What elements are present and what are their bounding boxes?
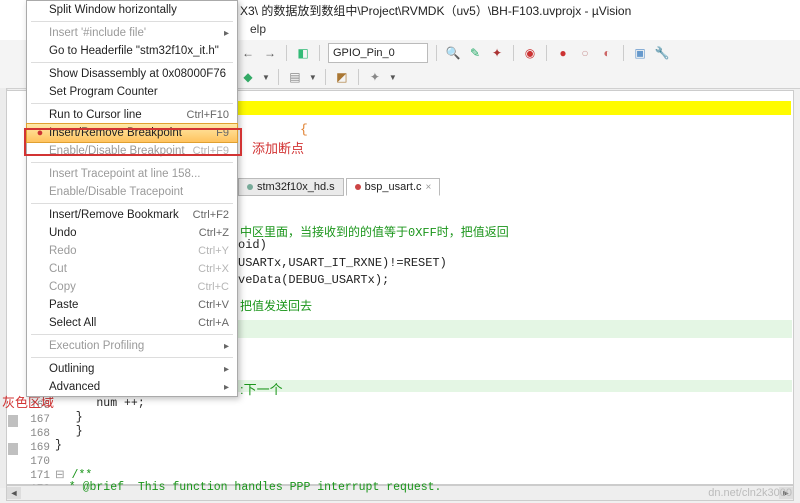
code-bottom-lines[interactable]: ┌─ num ++; } } } ⊟ /** * @brief This fun… [55, 383, 441, 495]
code-recv: veData(DEBUG_USARTx); [238, 273, 389, 287]
title-text: X3\ 的数据放到数组中\Project\RVMDK（uv5）\BH-F103.… [240, 4, 631, 18]
symbol-combo-value: GPIO_Pin_0 [333, 47, 395, 59]
menu-insert-remove-breakpoint[interactable]: ● Insert/Remove Breakpoint F9 [26, 123, 238, 143]
menu-insert-remove-bookmark[interactable]: Insert/Remove Bookmark Ctrl+F2 [27, 206, 237, 224]
browse-icon[interactable]: ✎ [467, 45, 483, 61]
window-icon[interactable]: ▣ [632, 45, 648, 61]
code-brace: { [300, 122, 308, 137]
menu-set-program-counter[interactable]: Set Program Counter [27, 83, 237, 101]
options-icon[interactable]: ◩ [334, 69, 350, 85]
bookmark-icon[interactable]: ◧ [295, 45, 311, 61]
gutter-marker[interactable] [8, 415, 18, 427]
file-tab-c[interactable]: bsp_usart.c × [346, 178, 441, 196]
build-icon[interactable]: ▤ [287, 69, 303, 85]
menu-show-disassembly[interactable]: Show Disassembly at 0x08000F76 [27, 65, 237, 83]
dot-icon [355, 184, 361, 190]
menu-advanced[interactable]: Advanced [27, 378, 237, 396]
code-void: oid) [238, 238, 267, 252]
menu-cut: Cut Ctrl+X [27, 260, 237, 278]
gutter-marker[interactable] [8, 443, 18, 455]
highlight-block-1 [238, 320, 792, 338]
symbol-combo[interactable]: GPIO_Pin_0 [328, 43, 428, 63]
menu-redo: Redo Ctrl+Y [27, 242, 237, 260]
nav-fwd-icon[interactable]: → [262, 45, 278, 61]
wand-icon[interactable]: ✦ [367, 69, 383, 85]
breakpoint-icon[interactable]: ● [555, 45, 571, 61]
menu-insert-tracepoint: Insert Tracepoint at line 158... [27, 165, 237, 183]
kill-bp-icon[interactable]: ◐ [599, 45, 615, 61]
menu-execution-profiling: Execution Profiling [27, 337, 237, 355]
menu-goto-headerfile[interactable]: Go to Headerfile "stm32f10x_it.h" [27, 42, 237, 60]
watermark: dn.net/cln2k3000 [708, 487, 792, 499]
target-icon[interactable]: ◆ [240, 69, 256, 85]
menu-undo[interactable]: Undo Ctrl+Z [27, 224, 237, 242]
config-icon[interactable]: ✦ [489, 45, 505, 61]
file-tabs: stm32f10x_hd.s bsp_usart.c × [238, 178, 440, 196]
menu-run-to-cursor[interactable]: Run to Cursor line Ctrl+F10 [27, 106, 237, 124]
menu-insert-include: Insert '#include file' [27, 24, 237, 42]
file-tab-asm[interactable]: stm32f10x_hd.s [238, 178, 344, 196]
tab-label: bsp_usart.c [365, 181, 422, 193]
tab-label: stm32f10x_hd.s [257, 181, 335, 193]
code-if: USARTx,USART_IT_RXNE)!=RESET) [238, 256, 447, 270]
menu-enable-disable-breakpoint: Enable/Disable Breakpoint Ctrl+F9 [27, 142, 237, 160]
debug-icon[interactable]: ◉ [522, 45, 538, 61]
menu-outlining[interactable]: Outlining [27, 360, 237, 378]
code-next-comment: :下一个 [240, 379, 283, 398]
menu-help[interactable]: elp [250, 22, 266, 36]
menu-enable-disable-tracepoint: Enable/Disable Tracepoint [27, 183, 237, 201]
disable-bp-icon[interactable]: ○ [577, 45, 593, 61]
menu-select-all[interactable]: Select All Ctrl+A [27, 314, 237, 332]
close-icon[interactable]: × [426, 182, 432, 193]
nav-back-icon[interactable]: ← [240, 45, 256, 61]
code-comment: 中区里面，当接收到的的值等于0XFF时，把值返回 [240, 223, 509, 240]
scroll-left-icon[interactable]: ◄ [7, 487, 21, 499]
editor-context-menu: Split Window horizontally Insert '#inclu… [26, 0, 238, 397]
dot-icon [247, 184, 253, 190]
menu-paste[interactable]: Paste Ctrl+V [27, 296, 237, 314]
code-send-comment: 把值发送回去 [240, 297, 312, 314]
tools-icon[interactable]: 🔧 [654, 45, 670, 61]
annotation-add-breakpoint: 添加断点 [252, 138, 304, 157]
find-icon[interactable]: 🔍 [445, 45, 461, 61]
menu-copy: Copy Ctrl+C [27, 278, 237, 296]
menu-split-window[interactable]: Split Window horizontally [27, 1, 237, 19]
